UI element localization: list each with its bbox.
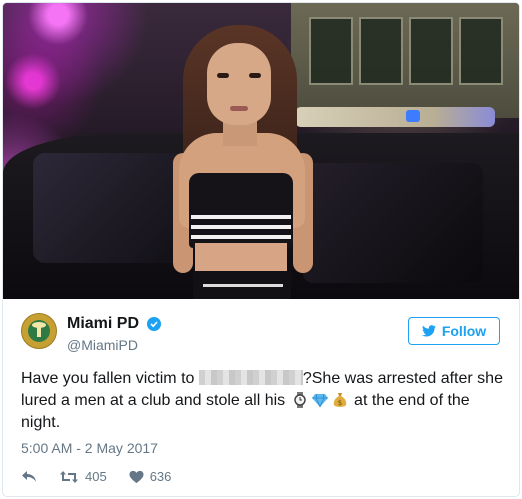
svg-text:$: $ bbox=[337, 399, 341, 407]
avatar[interactable] bbox=[21, 313, 57, 349]
gem-icon bbox=[311, 392, 328, 408]
person-face bbox=[207, 43, 271, 125]
heart-icon bbox=[129, 470, 144, 483]
retweet-icon bbox=[60, 470, 78, 483]
top-stripe bbox=[191, 235, 291, 239]
tweet-photo[interactable] bbox=[3, 3, 519, 299]
like-button[interactable]: 636 bbox=[129, 469, 172, 484]
follow-button[interactable]: Follow bbox=[408, 317, 500, 345]
retweet-button[interactable]: 405 bbox=[59, 469, 107, 484]
follow-label: Follow bbox=[441, 323, 487, 339]
timestamp[interactable]: 5:00 AM - 2 May 2017 bbox=[21, 440, 158, 456]
car-window bbox=[33, 153, 183, 263]
building-window bbox=[459, 17, 503, 85]
redacted-text bbox=[198, 370, 303, 385]
building-window bbox=[409, 17, 453, 85]
tweet-card: Miami PD @MiamiPD Follow Have you fallen… bbox=[2, 2, 520, 497]
building-window bbox=[309, 17, 353, 85]
tweet-actions: 405 636 bbox=[21, 469, 193, 484]
person-eye bbox=[217, 73, 229, 78]
verified-badge-icon bbox=[147, 317, 162, 331]
tweet-text-part: Have you fallen victim to bbox=[21, 370, 199, 387]
top-stripe bbox=[191, 215, 291, 219]
palm-leaf-icon bbox=[32, 322, 46, 328]
building-window bbox=[359, 17, 403, 85]
account-info: Miami PD @MiamiPD bbox=[67, 315, 162, 353]
person-lips bbox=[230, 106, 248, 111]
tweet-text: Have you fallen victim to ?She was arres… bbox=[21, 368, 503, 434]
skirt-band bbox=[203, 284, 283, 287]
money-bag-icon: $ bbox=[332, 392, 348, 408]
reply-icon bbox=[22, 470, 36, 482]
twitter-bird-icon bbox=[421, 325, 436, 337]
police-light-bar bbox=[295, 107, 495, 127]
watch-icon bbox=[292, 392, 308, 408]
top-stripe bbox=[191, 225, 291, 229]
handle[interactable]: @MiamiPD bbox=[67, 337, 161, 353]
background-building bbox=[291, 3, 519, 118]
reply-button[interactable] bbox=[21, 470, 37, 484]
retweet-count: 405 bbox=[85, 469, 107, 484]
like-count: 636 bbox=[149, 469, 172, 484]
person-eye bbox=[249, 73, 261, 78]
display-name[interactable]: Miami PD bbox=[67, 315, 139, 333]
car-window bbox=[303, 163, 483, 283]
police-light-blue bbox=[406, 110, 420, 122]
